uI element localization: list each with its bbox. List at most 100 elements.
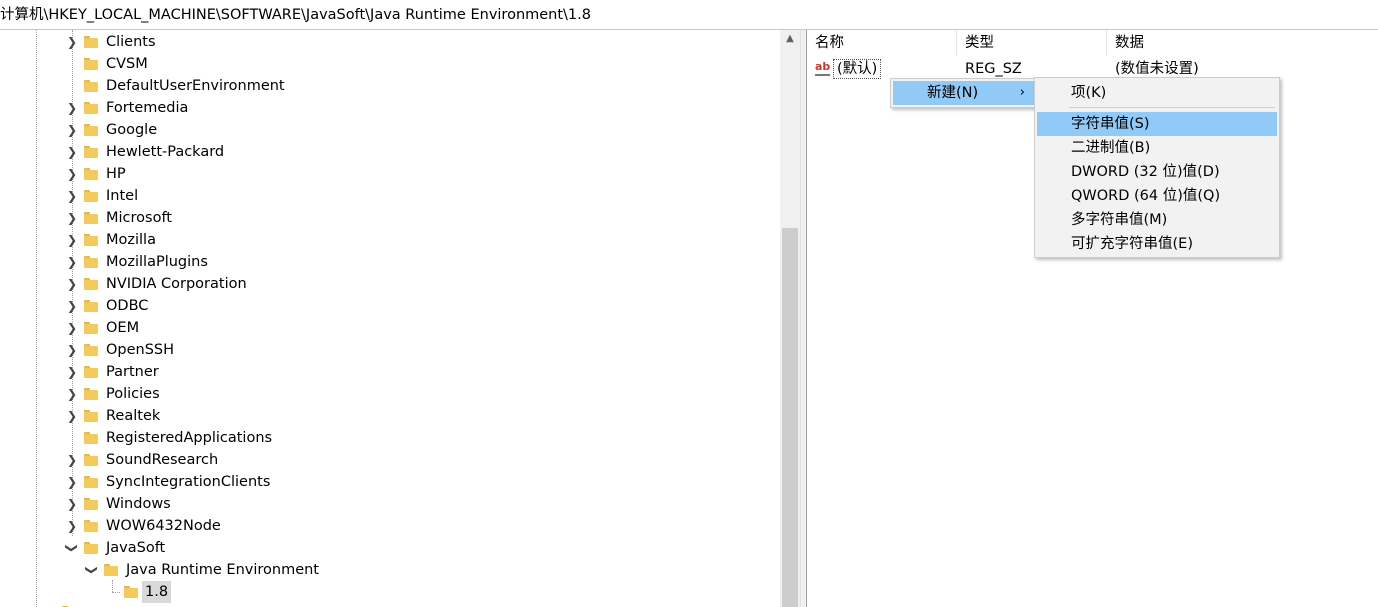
chevron-right-icon[interactable]: ❯ xyxy=(64,163,80,185)
menu-item-label: DWORD (32 位)值(D) xyxy=(1071,164,1220,180)
menu-item-label: 二进制值(B) xyxy=(1071,140,1151,156)
folder-icon xyxy=(84,58,98,70)
tree-item-label: Partner xyxy=(106,364,159,380)
folder-icon xyxy=(84,102,98,114)
tree-item-label: 1.8 xyxy=(142,581,172,603)
chevron-right-icon[interactable]: ❯ xyxy=(64,185,80,207)
tree-item-label: Policies xyxy=(106,386,160,402)
menu-item-key[interactable]: 项(K) xyxy=(1037,81,1277,105)
folder-icon xyxy=(84,190,98,202)
column-header-data[interactable]: 数据 xyxy=(1107,30,1378,56)
menu-item-dword-value[interactable]: DWORD (32 位)值(D) xyxy=(1037,160,1277,184)
tree-item-label: RegisteredApplications xyxy=(106,430,273,446)
chevron-right-icon[interactable]: ❯ xyxy=(64,97,80,119)
chevron-right-icon[interactable]: ❯ xyxy=(64,31,80,53)
tree-item-label: JavaSoft xyxy=(106,540,166,556)
tree-item-label: Fortemedia xyxy=(106,100,189,116)
chevron-right-icon[interactable]: ❯ xyxy=(64,471,80,493)
folder-icon xyxy=(84,278,98,290)
column-header-label: 类型 xyxy=(965,35,994,51)
tree-item-label: Realtek xyxy=(106,408,161,424)
folder-icon xyxy=(84,80,98,92)
folder-icon xyxy=(124,586,138,598)
tree-item-label: HP xyxy=(106,166,126,182)
folder-icon xyxy=(84,256,98,268)
scrollbar-thumb[interactable] xyxy=(782,228,798,607)
chevron-down-icon[interactable]: ❯ xyxy=(61,540,83,556)
folder-icon xyxy=(84,498,98,510)
chevron-right-icon[interactable]: ❯ xyxy=(64,339,80,361)
folder-icon xyxy=(84,366,98,378)
folder-icon xyxy=(84,344,98,356)
chevron-down-icon[interactable]: ❯ xyxy=(81,562,103,578)
folder-icon xyxy=(84,388,98,400)
chevron-right-icon[interactable]: ❯ xyxy=(64,295,80,317)
folder-icon xyxy=(84,476,98,488)
tree-item-label: SoundResearch xyxy=(106,452,219,468)
tree-item-label: Clients xyxy=(106,34,156,50)
menu-item-label: 可扩充字符串值(E) xyxy=(1071,236,1193,252)
folder-icon xyxy=(84,234,98,246)
folder-icon xyxy=(84,300,98,312)
column-header-type[interactable]: 类型 xyxy=(957,30,1107,56)
menu-separator xyxy=(1069,107,1275,108)
menu-item-label: 多字符串值(M) xyxy=(1071,212,1168,228)
value-type: REG_SZ xyxy=(965,61,1022,77)
tree-item-label: Microsoft xyxy=(106,210,172,226)
tree-item-label: WOW6432Node xyxy=(106,518,221,534)
chevron-right-icon[interactable]: ❯ xyxy=(64,515,80,537)
chevron-right-icon[interactable]: ❯ xyxy=(64,449,80,471)
menu-item-label: 项(K) xyxy=(1071,85,1107,101)
tree-guide-line xyxy=(112,580,113,592)
menu-item-new[interactable]: 新建(N) › xyxy=(893,81,1035,105)
tree-item-label: DefaultUserEnvironment xyxy=(106,78,285,94)
folder-icon xyxy=(84,212,98,224)
folder-icon xyxy=(84,410,98,422)
column-header-label: 数据 xyxy=(1115,35,1144,51)
tree-item-label: OpenSSH xyxy=(106,342,175,358)
chevron-right-icon[interactable]: ❯ xyxy=(64,405,80,427)
tree-item-label: CVSM xyxy=(106,56,148,72)
chevron-right-icon[interactable]: ❯ xyxy=(64,251,80,273)
chevron-right-icon[interactable]: ❯ xyxy=(64,383,80,405)
menu-item-expandable-string-value[interactable]: 可扩充字符串值(E) xyxy=(1037,232,1277,256)
folder-icon xyxy=(84,432,98,444)
new-submenu: 项(K) 字符串值(S) 二进制值(B) DWORD (32 位)值(D) QW… xyxy=(1034,77,1280,258)
tree-item-label: Hewlett-Packard xyxy=(106,144,225,160)
menu-item-string-value[interactable]: 字符串值(S) xyxy=(1037,112,1277,136)
chevron-right-icon[interactable]: ❯ xyxy=(64,141,80,163)
registry-tree[interactable]: ❯ Clients CVSM DefaultUserEnvironment ❯ … xyxy=(0,30,780,607)
submenu-arrow-icon: › xyxy=(1019,85,1025,100)
folder-icon xyxy=(84,36,98,48)
menu-item-binary-value[interactable]: 二进制值(B) xyxy=(1037,136,1277,160)
address-bar[interactable]: 计算机\HKEY_LOCAL_MACHINE\SOFTWARE\JavaSoft… xyxy=(0,0,1378,30)
folder-icon xyxy=(104,564,118,576)
folder-icon xyxy=(84,124,98,136)
scroll-up-arrow-icon[interactable]: ▲ xyxy=(780,30,800,47)
menu-item-label: 新建(N) xyxy=(927,85,979,101)
tree-item-label: SyncIntegrationClients xyxy=(106,474,271,490)
tree-item-label: Mozilla xyxy=(106,232,156,248)
folder-icon xyxy=(84,168,98,180)
column-header-name[interactable]: 名称 xyxy=(807,30,957,56)
tree-item-label: ODBC xyxy=(106,298,149,314)
value-name: (默认) xyxy=(833,59,882,79)
menu-item-label: QWORD (64 位)值(Q) xyxy=(1071,188,1221,204)
folder-icon xyxy=(84,520,98,532)
folder-icon xyxy=(84,322,98,334)
chevron-right-icon[interactable]: ❯ xyxy=(64,273,80,295)
tree-guide-line xyxy=(112,592,120,593)
chevron-right-icon[interactable]: ❯ xyxy=(64,317,80,339)
chevron-right-icon[interactable]: ❯ xyxy=(64,229,80,251)
menu-item-qword-value[interactable]: QWORD (64 位)值(Q) xyxy=(1037,184,1277,208)
address-path: 计算机\HKEY_LOCAL_MACHINE\SOFTWARE\JavaSoft… xyxy=(0,7,591,23)
tree-scrollbar[interactable]: ▲ xyxy=(780,30,800,607)
chevron-right-icon[interactable]: ❯ xyxy=(64,361,80,383)
chevron-right-icon[interactable]: ❯ xyxy=(64,493,80,515)
folder-icon xyxy=(84,454,98,466)
tree-item-label: Windows xyxy=(106,496,171,512)
folder-icon xyxy=(84,542,98,554)
chevron-right-icon[interactable]: ❯ xyxy=(64,119,80,141)
chevron-right-icon[interactable]: ❯ xyxy=(64,207,80,229)
menu-item-multi-string-value[interactable]: 多字符串值(M) xyxy=(1037,208,1277,232)
